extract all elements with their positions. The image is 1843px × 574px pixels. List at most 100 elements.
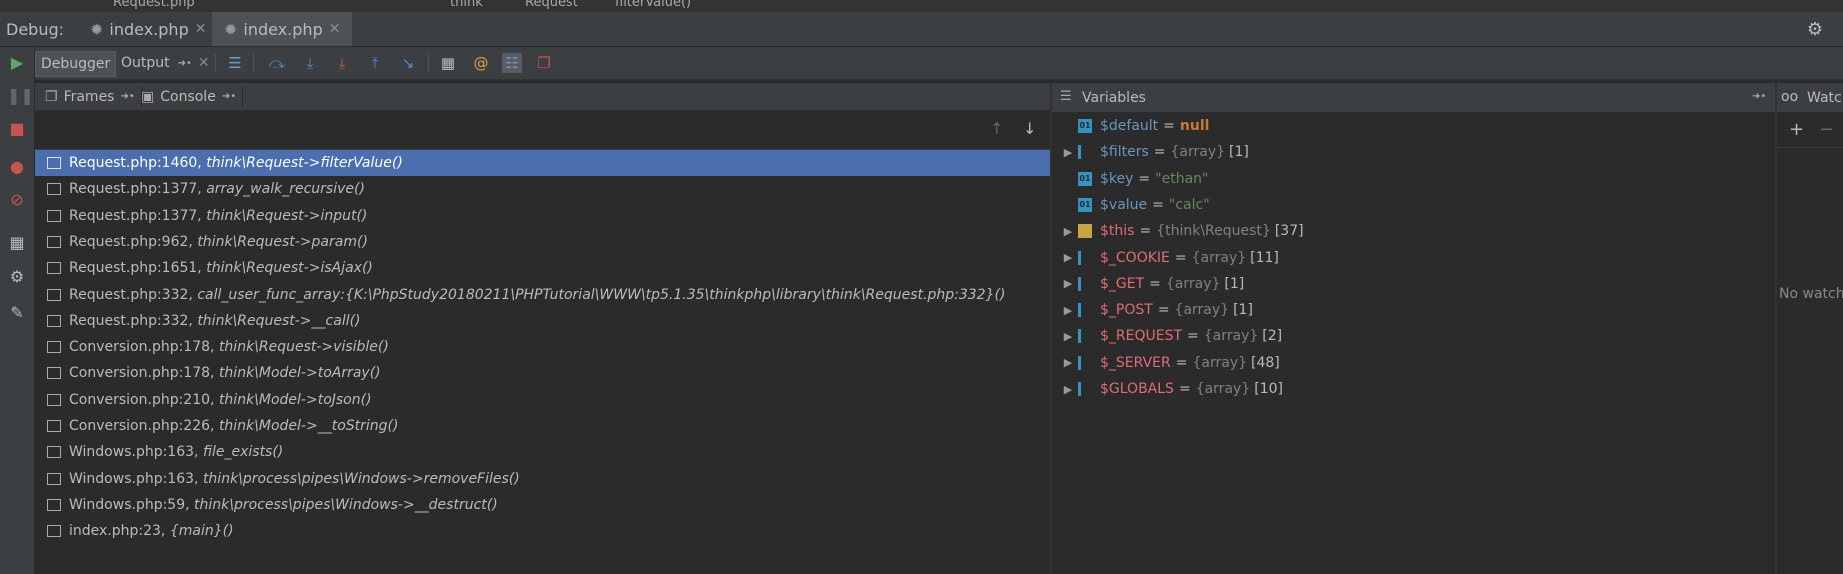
expand-arrow-icon[interactable]: ▶ [1058,277,1078,290]
frame-row[interactable]: Request.php:1651, think\Request->isAjax(… [35,255,1050,281]
mute-breakpoints-icon[interactable]: ⊘ [7,190,27,210]
tab-frames[interactable]: ❐ Frames ➜• [39,86,142,107]
frame-icon [47,367,61,380]
show-values-inline-icon[interactable]: ☷ [502,53,522,73]
array-icon: ≡ [1078,382,1092,396]
arrow-down-icon[interactable]: ↓ [1023,119,1036,138]
frame-row[interactable]: Request.php:332, think\Request->__call() [35,308,1050,334]
variables-list: 01 $default = null ▶ ≡ $filters = {array} [1] 01 $k… [1052,113,1775,574]
frame-icon [47,209,61,222]
expand-arrow-icon[interactable]: ▶ [1058,146,1078,159]
force-step-into-icon[interactable]: ⤓ [332,53,352,73]
array-icon: ≡ [1078,276,1092,291]
tab-label: index.php [243,19,323,39]
evaluate-expression-icon[interactable]: ▦ [438,53,458,73]
frame-icon [47,314,61,327]
restore-layout-icon[interactable]: ❐ [534,53,554,73]
close-icon[interactable]: ✕ [198,55,210,71]
variable-row[interactable]: ▶ ≡ $_POST = {array} [1] [1058,297,1253,323]
frame-icon [47,472,61,485]
step-over-icon[interactable]: ⤼ [267,53,287,73]
expand-arrow-icon[interactable]: ▶ [1058,330,1078,343]
pin-icon[interactable]: ➜• [178,58,192,69]
frame-file: Windows.php:59, [69,496,190,513]
debug-session-tab[interactable]: ✹ index.php ✕ [78,12,218,46]
frame-row[interactable]: Request.php:332, call_user_func_array:{K… [35,282,1050,308]
tab-output[interactable]: Output ➜• ✕ [116,51,215,75]
frames-pane-header: ❐ Frames ➜• ▣ Console ➜• [35,83,1050,111]
variable-count: [11] [1250,249,1279,266]
array-icon: ≡ [1078,303,1092,318]
watches-title: Watc [1807,90,1842,106]
primitive-icon: 01 [1078,197,1092,212]
breadcrumb-part[interactable]: think [450,0,483,10]
pin-icon[interactable]: ➜• [222,91,236,102]
stop-icon[interactable]: ■ [7,119,27,139]
pin-icon[interactable]: ✎ [7,303,27,323]
php-icon[interactable]: @ [471,53,491,73]
expand-arrow-icon[interactable]: ▶ [1058,356,1078,369]
frame-row[interactable]: Conversion.php:210, think\Model->toJson(… [35,387,1050,413]
frame-row[interactable]: Request.php:962, think\Request->param() [35,229,1050,255]
variable-row[interactable]: ▶ $this = {think\Request} [37] [1058,218,1304,244]
breadcrumb-part[interactable]: Request [525,0,578,10]
variable-row[interactable]: ▶ ≡ $_REQUEST = {array} [2] [1058,323,1282,349]
variable-row[interactable]: 01 $default = null [1058,113,1209,139]
frame-row[interactable]: Windows.php:59, think\process\pipes\Wind… [35,492,1050,518]
frame-row[interactable]: Windows.php:163, think\process\pipes\Win… [35,466,1050,492]
resume-icon[interactable]: ▶ [7,53,27,73]
expand-arrow-icon[interactable]: ▶ [1058,383,1078,396]
tab-console[interactable]: ▣ Console ➜• [135,86,244,107]
pin-icon[interactable]: ➜• [120,91,134,102]
add-watch-icon[interactable]: + [1789,119,1804,140]
step-out-icon[interactable]: ⤒ [365,53,385,73]
frame-row[interactable]: Request.php:1377, array_walk_recursive() [35,176,1050,202]
frame-icon [47,157,61,169]
close-icon[interactable]: ✕ [195,21,207,37]
variable-row[interactable]: ▶ ≡ $GLOBALS = {array} [10] [1058,376,1283,402]
settings-icon[interactable]: ⚙ [7,267,27,287]
variable-count: [2] [1262,328,1283,345]
frame-row[interactable]: Conversion.php:178, think\Request->visib… [35,334,1050,360]
layout-icon[interactable]: ▦ [7,233,27,253]
variable-row[interactable]: 01 $key = "ethan" [1058,166,1208,192]
remove-watch-icon[interactable]: − [1819,119,1834,140]
variable-name: $_POST [1100,302,1153,319]
frame-row[interactable]: Request.php:1377, think\Request->input() [35,203,1050,229]
console-icon: ▣ [141,88,155,105]
frame-row[interactable]: index.php:23, {main}() [35,518,1050,544]
watches-toolbar: + − [1777,113,1843,148]
view-breakpoints-icon[interactable]: ● [7,157,27,177]
gear-icon[interactable]: ⚙ [1807,19,1823,40]
debug-session-tab-active[interactable]: ✹ index.php ✕ [212,12,353,46]
variable-row[interactable]: ▶ ≡ $filters = {array} [1] [1058,139,1249,165]
expand-arrow-icon[interactable]: ▶ [1058,251,1078,264]
expand-arrow-icon[interactable]: ▶ [1058,225,1078,238]
array-icon: ≡ [1078,250,1092,265]
frame-row[interactable]: Windows.php:163, file_exists() [35,439,1050,465]
toolbar-separator [215,54,216,72]
frame-row[interactable]: Request.php:1460, think\Request->filterV… [35,150,1050,176]
tab-debugger[interactable]: Debugger [35,51,117,77]
expand-arrow-icon[interactable]: ▶ [1058,304,1078,317]
equals-sign: = [1178,381,1191,397]
show-execution-point-icon[interactable]: ☰ [225,53,245,73]
pause-icon[interactable]: ❚❚ [7,86,34,106]
equals-sign: = [1149,275,1161,292]
frame-row[interactable]: Conversion.php:178, think\Model->toArray… [35,360,1050,386]
breadcrumb-file[interactable]: Request.php [113,0,195,10]
variable-row[interactable]: ▶ ≡ $_GET = {array} [1] [1058,271,1245,297]
equals-sign: = [1187,328,1199,345]
step-into-icon[interactable]: ⤓ [300,53,320,73]
breadcrumb-part[interactable]: filterValue() [615,0,691,10]
variable-row[interactable]: ▶ ≡ $_COOKIE = {array} [11] [1058,245,1279,271]
variable-row[interactable]: ▶ ≡ $_SERVER = {array} [48] [1058,350,1280,376]
run-to-cursor-icon[interactable]: ↘ [398,53,418,73]
frame-row[interactable]: Conversion.php:226, think\Model->__toStr… [35,413,1050,439]
variable-row[interactable]: 01 $value = "calc" [1058,192,1210,218]
frames-navigation: ↑ ↓ [35,111,1050,150]
arrow-up-icon[interactable]: ↑ [990,119,1003,138]
frame-file: Windows.php:163, [69,444,199,461]
close-icon[interactable]: ✕ [329,21,341,37]
pin-icon[interactable]: ➜• [1752,91,1766,102]
